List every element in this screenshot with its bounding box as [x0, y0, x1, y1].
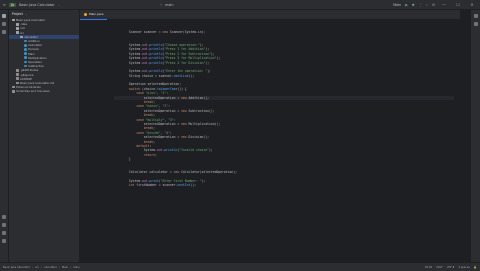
- breadcrumb-separator: ›: [70, 265, 72, 269]
- run-tool-icon[interactable]: [2, 215, 6, 219]
- breadcrumb-separator: ›: [58, 265, 60, 269]
- code-editor[interactable]: Scanner scanner = new Scanner(System.in)…: [114, 21, 454, 197]
- run-config-selector[interactable]: Main: [393, 3, 401, 7]
- project-tool-icon[interactable]: [2, 14, 6, 18]
- project-panel-title[interactable]: Project: [12, 12, 23, 16]
- file-icon: [16, 81, 19, 85]
- java-file-icon: [84, 12, 87, 16]
- breadcrumb: Basic Java Calculator › src › calculator › Mai…: [0, 266, 80, 269]
- lib-icon: [12, 89, 15, 93]
- folder-icon: [16, 27, 19, 30]
- minimize-button[interactable]: —: [439, 2, 449, 7]
- structure-tool-icon[interactable]: [2, 30, 6, 34]
- maximize-button[interactable]: ☐: [453, 2, 463, 7]
- title-bar: ≡ JA Basic Java Calculator ⌄ ⑂ main Main…: [0, 0, 480, 10]
- breadcrumb-item[interactable]: main: [73, 266, 79, 269]
- commit-tool-icon[interactable]: [2, 22, 6, 26]
- branch-icon: ⑂: [160, 2, 163, 7]
- problems-tool-icon[interactable]: [2, 231, 6, 235]
- tree-item[interactable]: Scratches and Consoles: [9, 89, 79, 93]
- terminal-tool-icon[interactable]: [2, 223, 6, 227]
- class-icon: [24, 52, 27, 55]
- class-icon: [24, 39, 27, 43]
- right-tool-strip: [470, 10, 480, 262]
- file-icon: [16, 73, 19, 76]
- project-tree: Basic Java Calculator .idea out src calculat…: [9, 18, 79, 93]
- package-icon: [20, 35, 23, 39]
- folder-icon: [16, 22, 19, 26]
- tab-main-java[interactable]: Main.java: [80, 10, 108, 20]
- encoding[interactable]: UTF-8: [447, 266, 455, 269]
- line-ending[interactable]: CRLF: [436, 266, 443, 269]
- breadcrumb-item[interactable]: Main: [62, 266, 68, 269]
- project-panel-header: Project ⌄: [9, 10, 79, 18]
- folder-icon: [12, 18, 15, 22]
- more-icon[interactable]: ⋮: [419, 3, 422, 7]
- breadcrumb-item[interactable]: Basic Java Calculator: [3, 266, 30, 269]
- breadcrumb-item[interactable]: calculator: [44, 266, 57, 269]
- database-icon[interactable]: [474, 22, 478, 26]
- line-gutter: [80, 20, 100, 262]
- file-icon: [16, 77, 19, 81]
- caret-position[interactable]: 18:26: [425, 266, 432, 269]
- breadcrumb-separator: ›: [41, 265, 43, 269]
- project-name[interactable]: Basic Java Calculator: [19, 3, 55, 7]
- project-badge[interactable]: JA: [8, 2, 17, 7]
- close-button[interactable]: ✕: [467, 2, 477, 7]
- run-icon[interactable]: ▶: [405, 3, 408, 7]
- notifications-icon[interactable]: [474, 14, 478, 18]
- breadcrumb-item[interactable]: src: [35, 266, 39, 269]
- editor-area: Main.java Scanner scanner = new Scanner(…: [80, 10, 460, 262]
- folder-icon: [16, 31, 19, 34]
- git-tool-icon[interactable]: [2, 239, 6, 243]
- debug-icon[interactable]: ✱: [412, 3, 415, 7]
- indent-setting[interactable]: 4 spaces: [458, 266, 469, 269]
- code-line[interactable]: [114, 192, 454, 196]
- lock-icon[interactable]: 🔓: [474, 266, 477, 269]
- class-icon: [24, 43, 27, 47]
- class-icon: [24, 64, 27, 68]
- tree-item-label: Scratches and Consoles: [16, 89, 50, 94]
- breadcrumb-separator: ›: [32, 265, 34, 269]
- editor-tabs: Main.java: [80, 10, 460, 20]
- class-icon: [24, 60, 27, 64]
- search-icon[interactable]: ⌕: [426, 3, 428, 7]
- chevron-down-icon[interactable]: ⌄: [25, 12, 28, 16]
- tab-label: Main.java: [89, 12, 104, 16]
- settings-icon[interactable]: ⚙: [432, 3, 435, 7]
- class-icon: [24, 56, 27, 60]
- project-panel: Project ⌄ Basic Java Calculator .idea out s…: [9, 10, 80, 262]
- left-tool-strip: [0, 10, 9, 262]
- branch-selector[interactable]: main: [165, 3, 173, 7]
- file-icon: [16, 69, 19, 72]
- chevron-down-icon: ⌄: [57, 2, 61, 7]
- class-icon: [24, 48, 27, 51]
- main-menu-icon[interactable]: ≡: [3, 3, 6, 7]
- lib-icon: [12, 85, 15, 89]
